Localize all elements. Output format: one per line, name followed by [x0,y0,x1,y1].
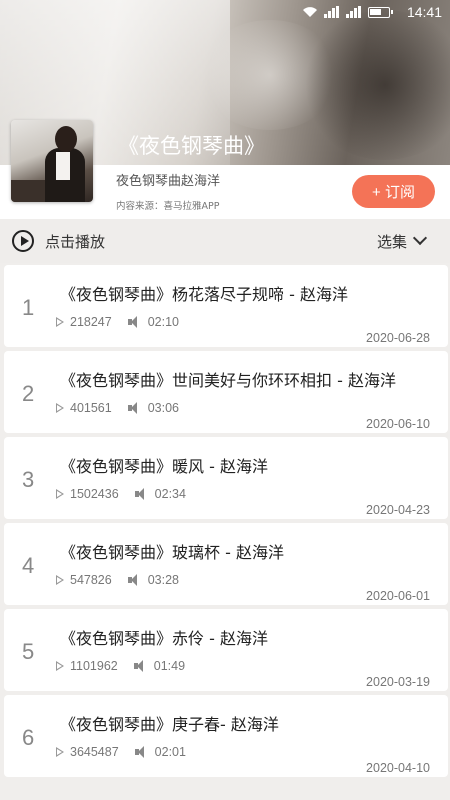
play-count: 1502436 [70,487,119,501]
track-duration: 02:10 [147,315,179,329]
play-count-icon [56,747,64,757]
album-cover-image [11,120,93,202]
track-index: 5 [22,639,35,664]
track-meta: 1101962 01:49 [56,659,185,673]
track-meta: 1502436 02:34 [56,487,186,501]
play-icon[interactable] [12,230,34,252]
status-time: 14:41 [406,4,442,20]
subscribe-button[interactable]: + 订阅 [352,175,435,208]
track-duration: 02:34 [154,487,186,501]
track-index: 3 [22,467,35,492]
duration-icon [127,402,142,414]
track-date: 2020-03-19 [366,675,430,689]
track-meta: 401561 03:06 [56,401,179,415]
duration-icon [127,316,142,328]
battery-icon [368,6,393,18]
play-count: 401561 [70,401,112,415]
duration-icon [134,746,149,758]
play-count-icon [56,403,64,413]
play-all-button[interactable]: 点击播放 [45,231,105,252]
track-index: 4 [22,553,35,578]
track-duration: 01:49 [153,659,186,673]
play-count: 1101962 [70,659,118,673]
play-count-icon [56,661,64,671]
track-date: 2020-06-01 [366,589,430,603]
track-duration: 02:01 [154,745,186,759]
track-item[interactable]: 3 《夜色钢琴曲》暖风 - 赵海洋 1502436 02:34 2020-04-… [4,437,448,519]
track-index: 1 [22,295,35,320]
play-count: 547826 [70,573,112,587]
album-subtitle: 夜色钢琴曲赵海洋 [116,174,221,189]
track-title: 《夜色钢琴曲》世间美好与你环环相扣 - 赵海洋 [60,371,396,390]
track-date: 2020-04-23 [366,503,430,517]
play-count-icon [56,317,64,327]
track-title: 《夜色钢琴曲》庚子春- 赵海洋 [60,715,279,734]
play-count-icon [56,575,64,585]
track-date: 2020-06-28 [366,331,430,345]
wifi-icon [302,6,318,18]
track-item[interactable]: 6 《夜色钢琴曲》庚子春- 赵海洋 3645487 02:01 2020-04-… [4,695,448,777]
status-bar: 14:41 [0,0,450,26]
duration-icon [134,488,149,500]
episode-select-button[interactable]: 选集 [377,231,407,252]
play-count: 3645487 [70,745,119,759]
content-source: 内容来源：喜马拉雅APP [116,201,220,212]
track-meta: 3645487 02:01 [56,745,186,759]
track-title: 《夜色钢琴曲》杨花落尽子规啼 - 赵海洋 [60,285,348,304]
track-title: 《夜色钢琴曲》玻璃杯 - 赵海洋 [60,543,284,562]
track-item[interactable]: 5 《夜色钢琴曲》赤伶 - 赵海洋 1101962 01:49 2020-03-… [4,609,448,691]
track-date: 2020-06-10 [366,417,430,431]
album-title: 《夜色钢琴曲》 [118,134,265,158]
track-title: 《夜色钢琴曲》赤伶 - 赵海洋 [60,629,268,648]
track-duration: 03:06 [147,401,179,415]
track-meta: 218247 02:10 [56,315,179,329]
track-meta: 547826 03:28 [56,573,179,587]
track-index: 6 [22,725,35,750]
track-title: 《夜色钢琴曲》暖风 - 赵海洋 [60,457,268,476]
track-item[interactable]: 4 《夜色钢琴曲》玻璃杯 - 赵海洋 547826 03:28 2020-06-… [4,523,448,605]
play-count-icon [56,489,64,499]
track-duration: 03:28 [147,573,179,587]
track-item[interactable]: 2 《夜色钢琴曲》世间美好与你环环相扣 - 赵海洋 401561 03:06 2… [4,351,448,433]
track-index: 2 [22,381,35,406]
play-count: 218247 [70,315,112,329]
signal-icon [324,6,340,18]
track-item[interactable]: 1 《夜色钢琴曲》杨花落尽子规啼 - 赵海洋 218247 02:10 2020… [4,265,448,347]
track-date: 2020-04-10 [366,761,430,775]
signal-icon-2 [346,6,362,18]
duration-icon [127,574,142,586]
duration-icon [133,660,148,672]
